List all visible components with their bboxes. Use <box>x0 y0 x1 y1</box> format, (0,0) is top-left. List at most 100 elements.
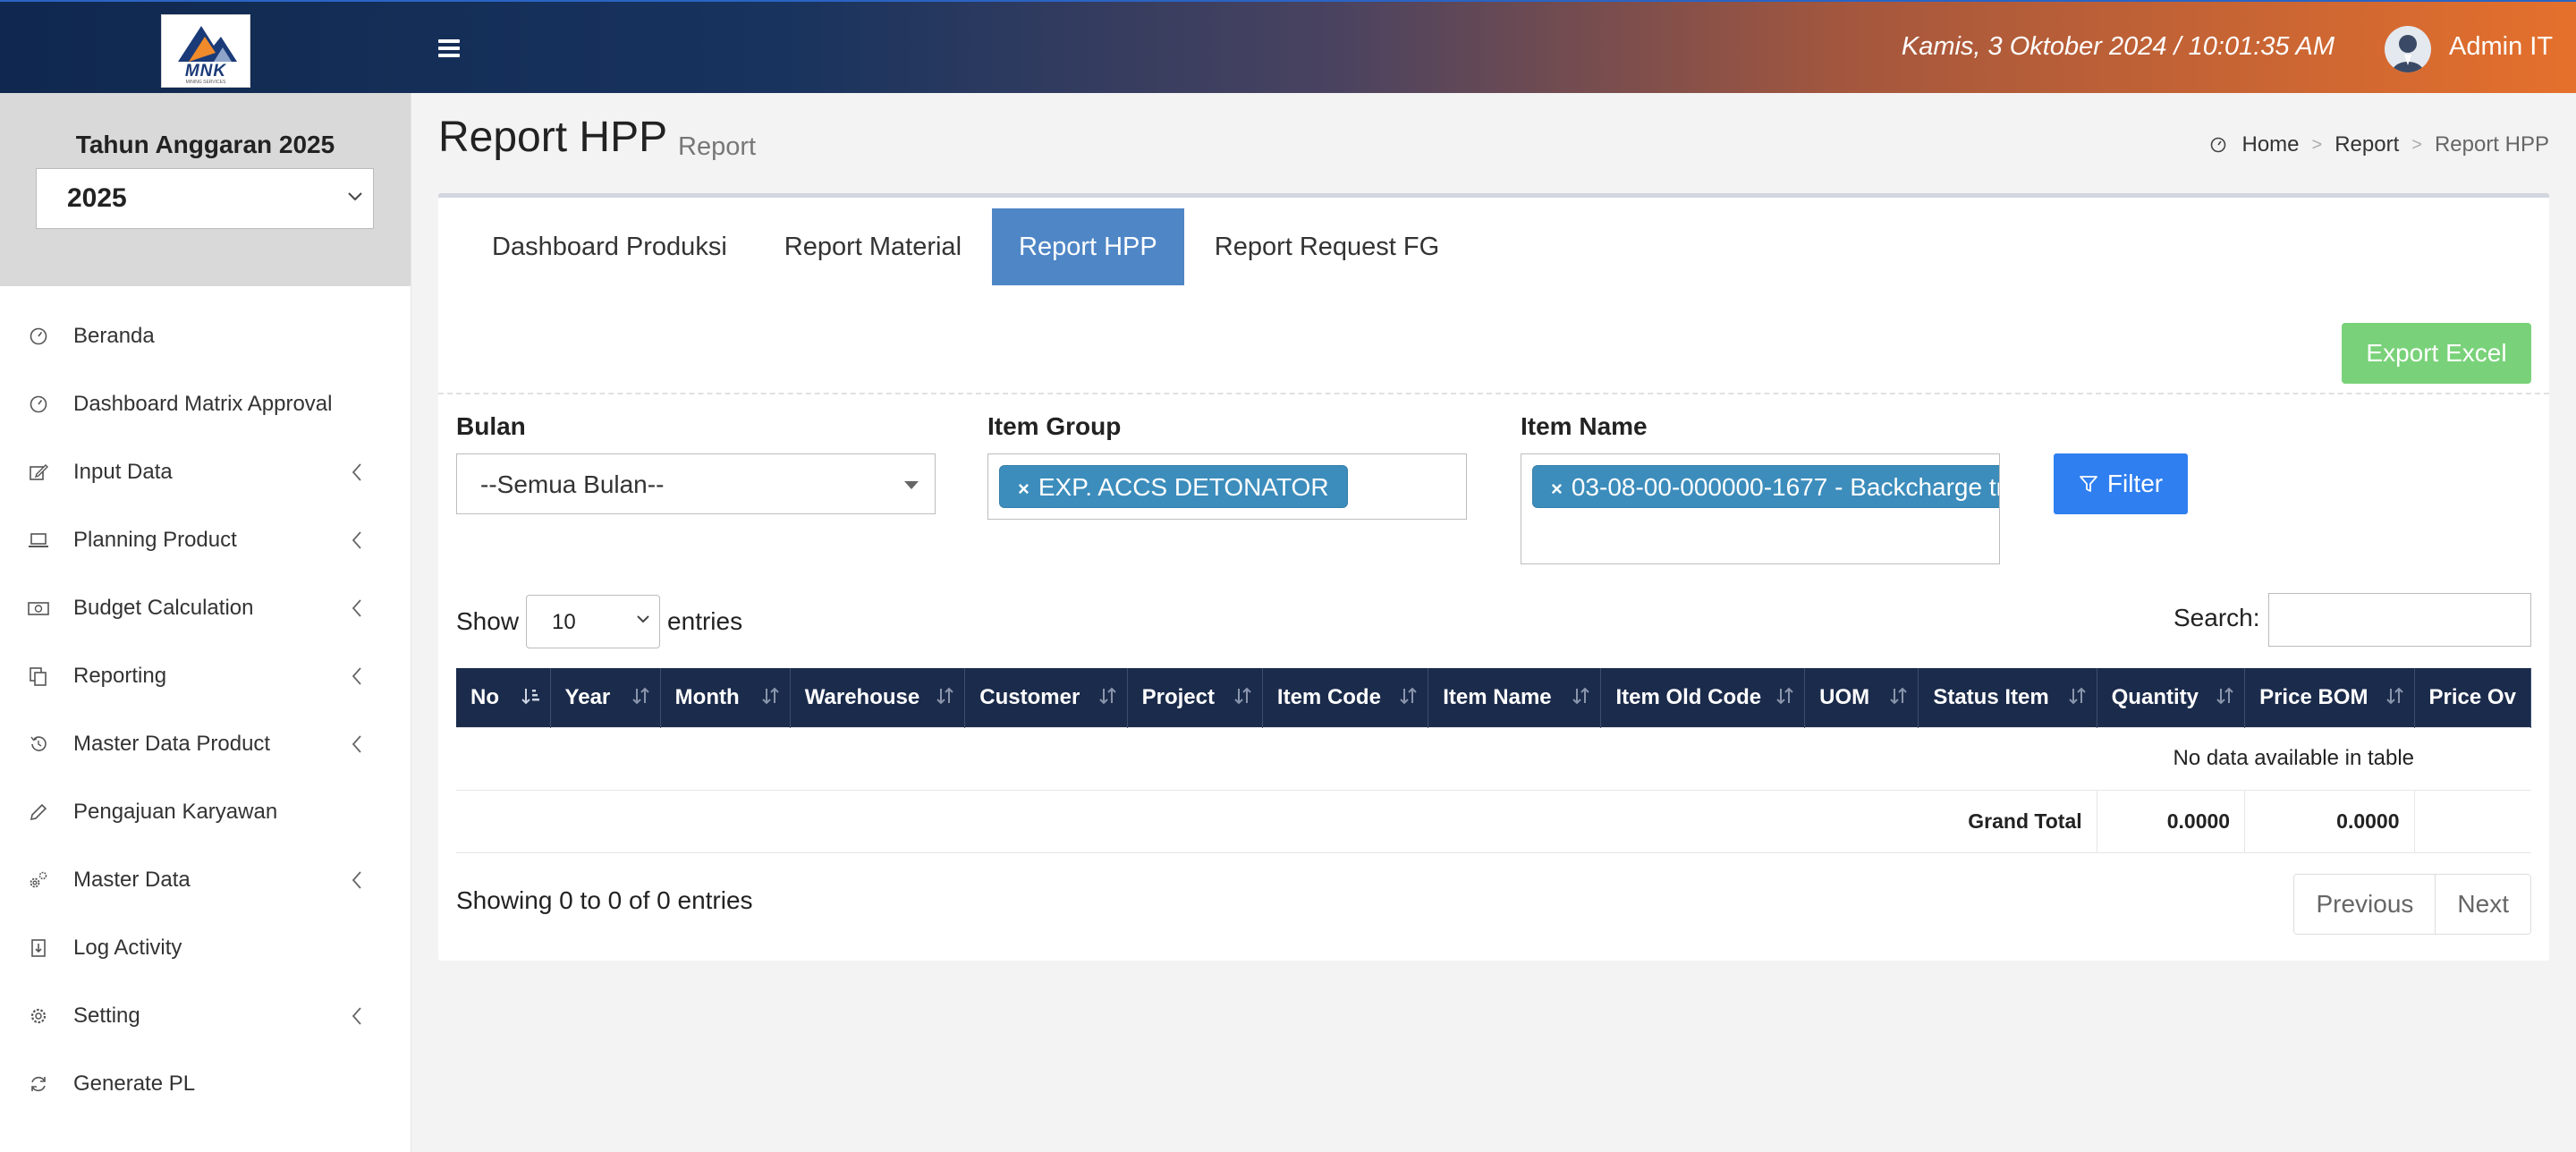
grand-total-empty <box>2413 789 2531 853</box>
gear-icon <box>25 1003 52 1029</box>
item-name-label: Item Name <box>1521 412 1648 440</box>
sidebar-item-pengajuan-karyawan[interactable]: Pengajuan Karyawan <box>0 778 411 846</box>
entries-select[interactable]: 10 <box>526 595 661 648</box>
fiscal-year-select[interactable]: 2025 <box>36 168 374 229</box>
dashboard-icon <box>2211 137 2226 153</box>
sidebar-item-label: Reporting <box>73 664 167 688</box>
page-title: Report HPP <box>438 114 668 161</box>
sidebar-item-label: Master Data <box>73 868 191 892</box>
item-group-chip-label: EXP. ACCS DETONATOR <box>1038 473 1329 501</box>
sidebar-item-label: Pengajuan Karyawan <box>73 800 278 824</box>
next-page-button[interactable]: Next <box>2435 875 2530 934</box>
sidebar: Tahun Anggaran 2025 2025 Beranda Dashboar… <box>0 93 411 1152</box>
chevron-left-icon <box>351 869 363 897</box>
column-header-quantity[interactable]: Quantity <box>2097 668 2246 727</box>
entries-label: entries <box>667 607 743 635</box>
sort-icon <box>1233 686 1253 712</box>
column-header-price-bom[interactable]: Price BOM <box>2244 668 2415 727</box>
breadcrumb-report[interactable]: Report <box>2334 132 2399 157</box>
report-tabs: Dashboard Produksi Report Material Repor… <box>465 208 1470 285</box>
search-label: Search: <box>2174 604 2260 631</box>
chevron-left-icon <box>351 1005 363 1033</box>
menu-toggle-icon[interactable] <box>438 36 460 59</box>
column-header-warehouse[interactable]: Warehouse <box>790 668 966 727</box>
chevron-left-icon <box>351 665 363 693</box>
breadcrumb: Home > Report > Report HPP <box>2209 132 2549 157</box>
sidebar-item-planning-product[interactable]: Planning Product <box>0 506 411 574</box>
chip-remove-icon[interactable]: × <box>1018 478 1030 500</box>
column-header-customer[interactable]: Customer <box>964 668 1128 727</box>
grand-total-quantity: 0.0000 <box>2096 789 2245 853</box>
history-icon <box>25 731 52 758</box>
sidebar-item-master-data[interactable]: Master Data <box>0 846 411 914</box>
breadcrumb-separator: > <box>2411 134 2422 155</box>
previous-page-button[interactable]: Previous <box>2294 875 2436 934</box>
entries-value: 10 <box>552 610 576 634</box>
grand-total-label: Grand Total <box>456 789 2097 853</box>
tab-report-material[interactable]: Report Material <box>758 208 988 285</box>
sort-icon <box>1889 686 1909 712</box>
entries-length-control: Show 10 entries <box>456 595 742 648</box>
column-header-price-ov[interactable]: Price Ov <box>2414 668 2531 727</box>
bulan-select[interactable]: --Semua Bulan-- <box>456 453 936 514</box>
fiscal-year-panel: Tahun Anggaran 2025 2025 <box>0 93 411 286</box>
column-header-uom[interactable]: UOM <box>1804 668 1919 727</box>
tab-report-request-fg[interactable]: Report Request FG <box>1188 208 1466 285</box>
column-header-year[interactable]: Year <box>550 668 661 727</box>
chip-remove-icon[interactable]: × <box>1551 478 1563 500</box>
company-logo[interactable]: MNK MINING SERVICES <box>161 14 250 88</box>
export-excel-button[interactable]: Export Excel <box>2342 323 2531 384</box>
column-header-status-item[interactable]: Status Item <box>1918 668 2097 727</box>
item-name-multiselect[interactable]: × 03-08-00-000000-1677 - Backcharge tr <box>1521 453 2000 564</box>
sort-icon <box>936 686 955 712</box>
column-header-no[interactable]: No <box>456 668 551 727</box>
sidebar-item-input-data[interactable]: Input Data <box>0 438 411 506</box>
sidebar-item-dashboard-matrix-approval[interactable]: Dashboard Matrix Approval <box>0 370 411 438</box>
column-header-item-name[interactable]: Item Name <box>1428 668 1602 727</box>
sort-icon <box>2385 686 2405 712</box>
sort-icon <box>1098 686 1118 712</box>
sidebar-item-label: Planning Product <box>73 528 237 552</box>
page-subtitle: Report <box>678 132 757 161</box>
column-header-project[interactable]: Project <box>1127 668 1263 727</box>
column-header-item-old-code[interactable]: Item Old Code <box>1600 668 1806 727</box>
column-header-label: Year <box>564 684 611 709</box>
item-name-chip[interactable]: × 03-08-00-000000-1677 - Backcharge tr <box>1532 465 2000 508</box>
sidebar-item-log-activity[interactable]: Log Activity <box>0 914 411 982</box>
item-name-chip-label: 03-08-00-000000-1677 - Backcharge tr <box>1571 473 2000 501</box>
fiscal-year-label: Tahun Anggaran 2025 <box>75 131 335 158</box>
column-header-item-code[interactable]: Item Code <box>1262 668 1429 727</box>
search-input[interactable] <box>2268 593 2531 647</box>
tab-dashboard-produksi[interactable]: Dashboard Produksi <box>465 208 754 285</box>
sidebar-item-setting[interactable]: Setting <box>0 982 411 1050</box>
sidebar-item-generate-pl[interactable]: Generate PL <box>0 1050 411 1118</box>
refresh-icon <box>25 1071 52 1097</box>
column-header-month[interactable]: Month <box>660 668 791 727</box>
column-header-label: Item Code <box>1276 684 1381 709</box>
breadcrumb-home[interactable]: Home <box>2241 132 2299 157</box>
sidebar-item-label: Generate PL <box>73 1072 196 1096</box>
item-group-label: Item Group <box>987 412 1122 440</box>
sidebar-item-reporting[interactable]: Reporting <box>0 642 411 710</box>
sidebar-item-label: Input Data <box>73 460 173 484</box>
chevron-left-icon <box>351 733 363 761</box>
top-navbar: MNK MINING SERVICES Kamis, 3 Oktober 202… <box>0 0 2576 93</box>
item-group-chip[interactable]: × EXP. ACCS DETONATOR <box>999 465 1348 508</box>
filter-button[interactable]: Filter <box>2054 453 2188 514</box>
tab-report-hpp[interactable]: Report HPP <box>992 208 1184 285</box>
sidebar-item-label: Log Activity <box>73 936 182 960</box>
user-name[interactable]: Admin IT <box>2449 32 2553 62</box>
sidebar-item-beranda[interactable]: Beranda <box>0 302 411 370</box>
column-header-label: Project <box>1141 684 1215 709</box>
report-card: Dashboard Produksi Report Material Repor… <box>438 193 2549 961</box>
user-avatar[interactable] <box>2385 26 2431 72</box>
item-group-multiselect[interactable]: × EXP. ACCS DETONATOR <box>987 453 1467 520</box>
sidebar-item-budget-calculation[interactable]: Budget Calculation <box>0 574 411 642</box>
logo-subtext: MINING SERVICES <box>185 80 226 85</box>
column-header-label: No <box>470 684 499 709</box>
chevron-down-icon <box>348 192 362 201</box>
sidebar-item-master-data-product[interactable]: Master Data Product <box>0 710 411 778</box>
column-header-label: Item Old Code <box>1615 684 1762 709</box>
report-table: No Year Month Warehouse Customer Project Item … <box>456 668 2531 853</box>
sort-icon <box>1572 686 1591 712</box>
